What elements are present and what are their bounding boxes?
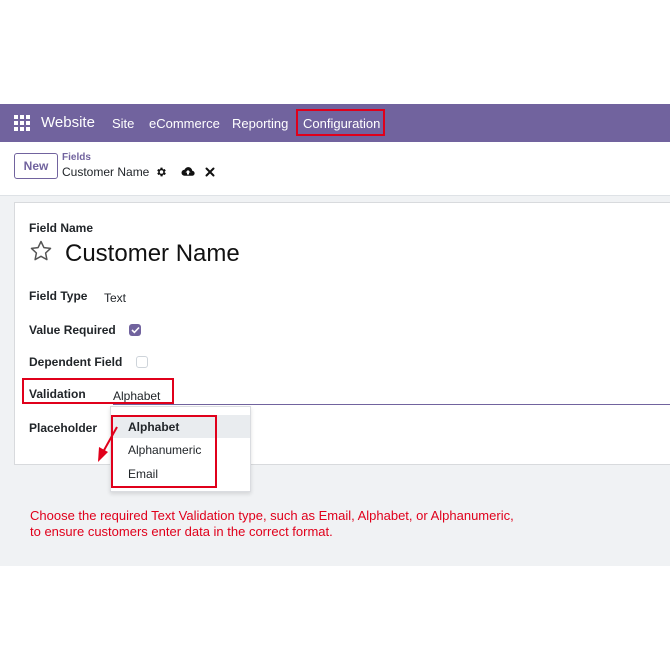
annotation-line-2: to ensure customers enter data in the co… — [30, 524, 333, 539]
instruction-annotation: Choose the required Text Validation type… — [30, 508, 630, 540]
annotation-arrow-icon — [98, 426, 118, 462]
annotation-line-1: Choose the required Text Validation type… — [30, 508, 514, 523]
